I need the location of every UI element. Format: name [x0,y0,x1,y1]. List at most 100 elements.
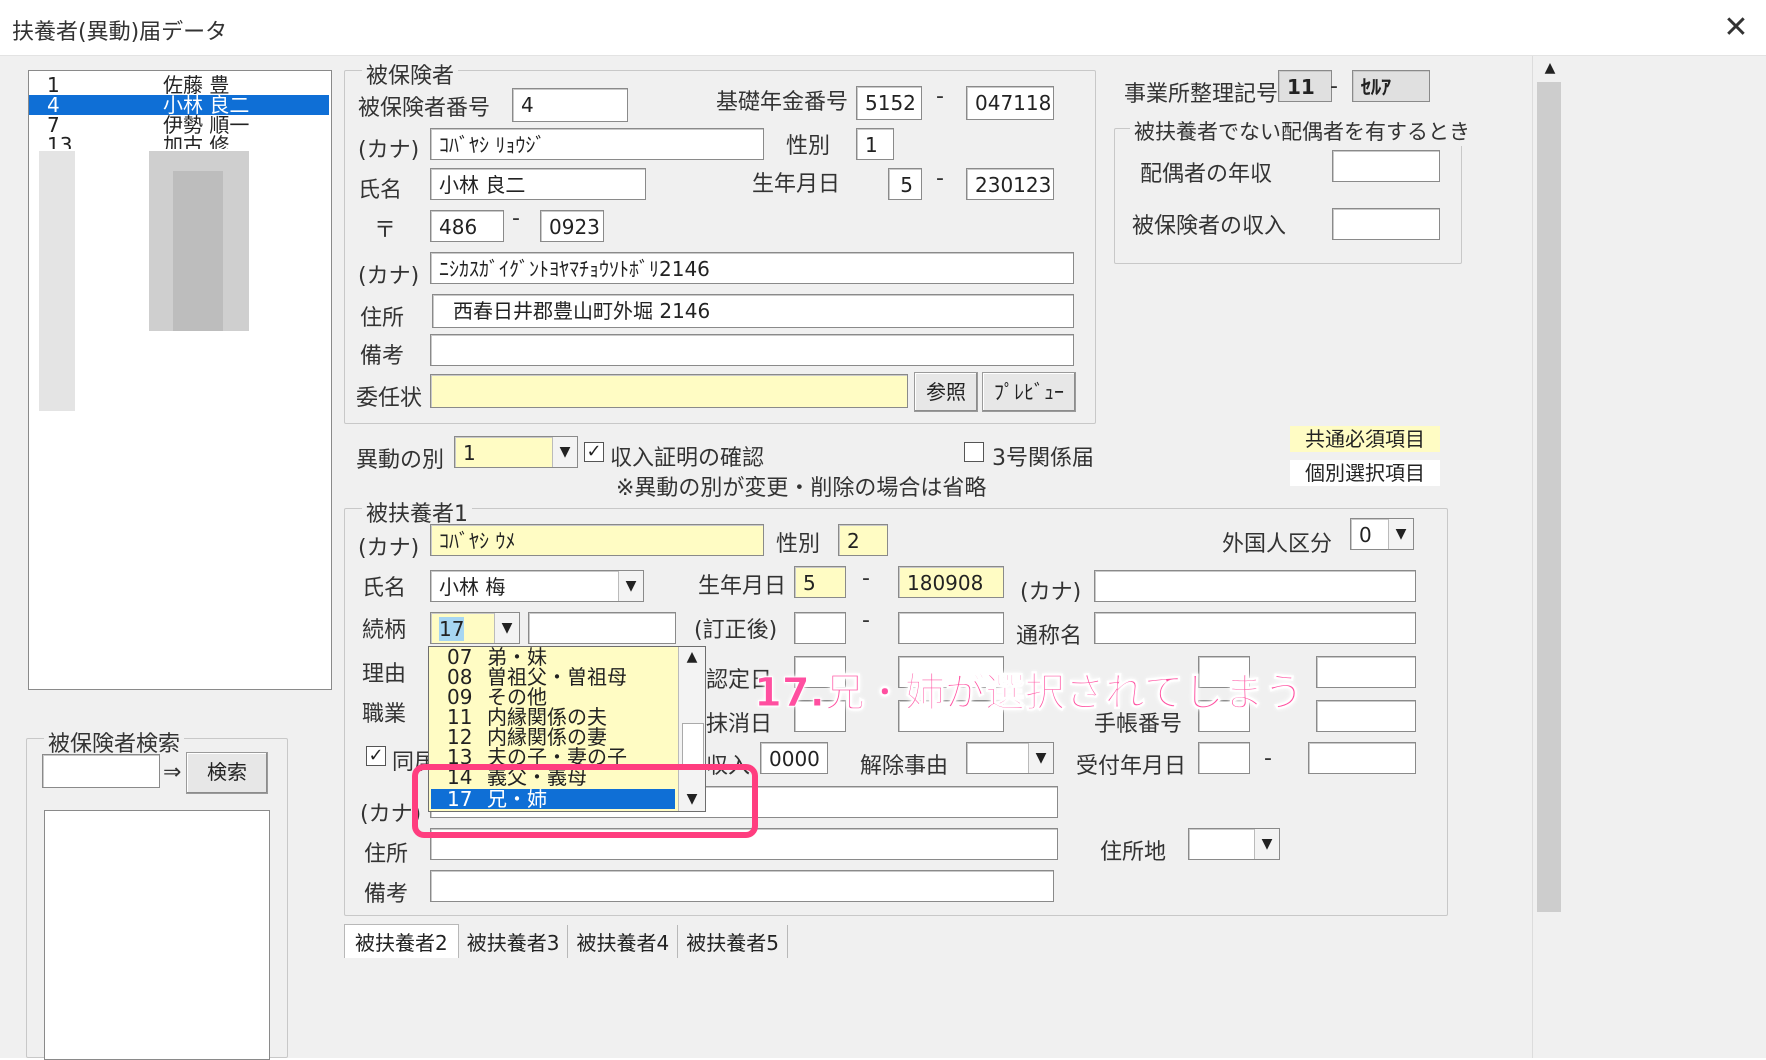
relation-select[interactable]: 17 ▼ [430,612,520,644]
income-check-label: 収入証明の確認 [610,446,765,471]
dep-note-field[interactable] [430,870,1054,902]
tab-dependent-5[interactable]: 被扶養者5 [678,925,788,958]
foreign-select[interactable]: 0 ▼ [1350,518,1414,550]
list-item[interactable]: 7 伊勢 順一 [29,115,329,135]
change-note: ※異動の別が変更・削除の場合は省略 [616,476,987,501]
foreign-label: 外国人区分 [1222,532,1333,557]
search-input[interactable] [42,754,160,788]
gender-label: 性別 [786,134,831,159]
corrected-date-field[interactable] [898,612,1004,644]
no3-checkbox[interactable] [964,442,984,462]
dep-kana-field[interactable]: ｺﾊﾞﾔｼ ｳﾒ [430,524,764,556]
address-field[interactable]: 西春日井郡豊山町外堀 2146 [432,294,1074,328]
vertical-scrollbar[interactable]: ▲ [1532,56,1566,1058]
dep-kana2-field[interactable] [1094,570,1416,602]
name-field[interactable]: 小林 良二 [430,168,646,200]
insured-number-label: 被保険者番号 [358,96,491,121]
redacted-block [39,151,75,411]
proxy-label: 委任状 [356,386,423,411]
relation-value: 17 [439,617,465,641]
scroll-up-icon[interactable]: ▲ [679,649,705,665]
option-text: 弟・妹 [487,645,547,669]
dropdown-option[interactable]: 07 弟・妹 [431,647,675,667]
corrected-era-field[interactable] [794,612,846,644]
list-item-name: 小林 良二 [163,93,250,117]
dropdown-scroll-thumb[interactable] [682,723,704,765]
insured-number-field[interactable]: 4 [512,88,628,122]
received-date-field[interactable] [1308,742,1416,774]
corrected-label: (訂正後) [694,618,778,643]
address-kana-field[interactable]: ﾆｼｶｽｶﾞｲｸﾞﾝﾄﾖﾔﾏﾁｮｳｿﾄﾎﾞﾘ2146 [430,252,1074,284]
birth-label: 生年月日 [752,172,841,197]
tab-dependent-2[interactable]: 被扶養者2 [344,924,459,958]
pension-number-1[interactable]: 5152 [856,86,922,120]
pension-no-field-2[interactable] [1316,656,1416,688]
address-area-select[interactable]: ▼ [1188,828,1280,860]
scroll-thumb[interactable] [1537,82,1561,912]
chevron-down-icon[interactable]: ▼ [1388,519,1413,549]
list-item-selected[interactable]: 4 小林 良二 [29,95,329,115]
job-label: 職業 [362,702,407,727]
insured-list[interactable]: 1 佐藤 豊 4 小林 良二 7 伊勢 順一 13 加古 修 [28,70,332,690]
chevron-down-icon[interactable]: ▼ [1028,743,1053,773]
zip-field-2[interactable]: 0923 [540,210,604,242]
zip-label: 〒 [374,218,397,243]
list-item[interactable]: 13 加古 修 [29,135,329,149]
search-button[interactable]: 検索 [186,752,268,794]
chevron-down-icon[interactable]: ▼ [618,571,643,601]
tab-dependent-3[interactable]: 被扶養者3 [459,925,569,958]
spouse-income-field[interactable] [1332,150,1440,182]
cohabit-checkbox[interactable]: ✓ [366,746,386,766]
birth-era-field[interactable]: 5 [888,168,922,200]
list-item-no: 7 [47,113,60,137]
proxy-field[interactable] [430,374,908,408]
birth-field[interactable]: 230123 [966,168,1054,200]
dep-name-select[interactable]: 小林 梅 ▼ [430,570,644,602]
income-check-checkbox[interactable]: ✓ [584,442,604,462]
zip-field-1[interactable]: 486 [430,210,504,242]
relation-label: 続柄 [362,618,407,643]
cancel-reason-label: 解除事由 [860,754,949,779]
arrow-icon: ⇒ [163,760,182,785]
list-item[interactable]: 1 佐藤 豊 [29,75,329,95]
option-code: 09 [447,685,473,709]
cancel-reason-select[interactable]: ▼ [966,742,1054,774]
preview-button[interactable]: ﾌﾟﾚﾋﾞｭｰ [982,372,1076,412]
tab-dependent-4[interactable]: 被扶養者4 [568,925,679,958]
scroll-up-icon[interactable]: ▲ [1533,60,1567,80]
birth-dash: - [936,166,944,191]
dropdown-option[interactable]: 09 その他 [431,687,675,707]
dep-birth-field[interactable]: 180908 [898,566,1004,598]
insured-income-field[interactable] [1332,208,1440,240]
dep-gender-field[interactable]: 2 [838,524,888,556]
pension-book-field-2[interactable] [1316,700,1416,732]
office-code-dash: - [1330,74,1338,99]
chevron-down-icon[interactable]: ▼ [494,613,519,643]
note-field[interactable] [430,334,1074,366]
note-label: 備考 [360,344,405,369]
income-field[interactable]: 0000 [760,742,828,774]
chevron-down-icon[interactable]: ▼ [1254,829,1279,859]
chevron-down-icon[interactable]: ▼ [552,437,577,467]
close-icon[interactable]: ✕ [1716,8,1756,48]
dep-kana-label: (カナ) [358,536,420,561]
search-results[interactable] [44,810,270,1060]
option-code: 12 [447,725,473,749]
redacted-block [173,171,223,331]
window-title: 扶養者(異動)届データ [12,20,228,45]
gender-field[interactable]: 1 [856,128,894,160]
change-type-select[interactable]: 1 ▼ [454,436,578,468]
insured-group-label: 被保険者 [362,58,459,90]
dropdown-option[interactable]: 11 内縁関係の夫 [431,707,675,727]
dep-birth-era-field[interactable]: 5 [794,566,846,598]
alias-field[interactable] [1094,612,1416,644]
dropdown-option[interactable]: 12 内縁関係の妻 [431,727,675,747]
kana-field[interactable]: ｺﾊﾞﾔｼ ﾘｮｳｼﾞ [430,128,764,160]
pension-number-label: 基礎年金番号 [716,90,849,115]
relation-text-field[interactable] [528,612,676,644]
office-code-1: 11 [1278,70,1332,102]
pension-number-2[interactable]: 047118 [966,86,1054,120]
dropdown-option[interactable]: 08 曽祖父・曽祖母 [431,667,675,687]
reference-button[interactable]: 参照 [914,372,978,412]
received-era-field[interactable] [1198,742,1250,774]
